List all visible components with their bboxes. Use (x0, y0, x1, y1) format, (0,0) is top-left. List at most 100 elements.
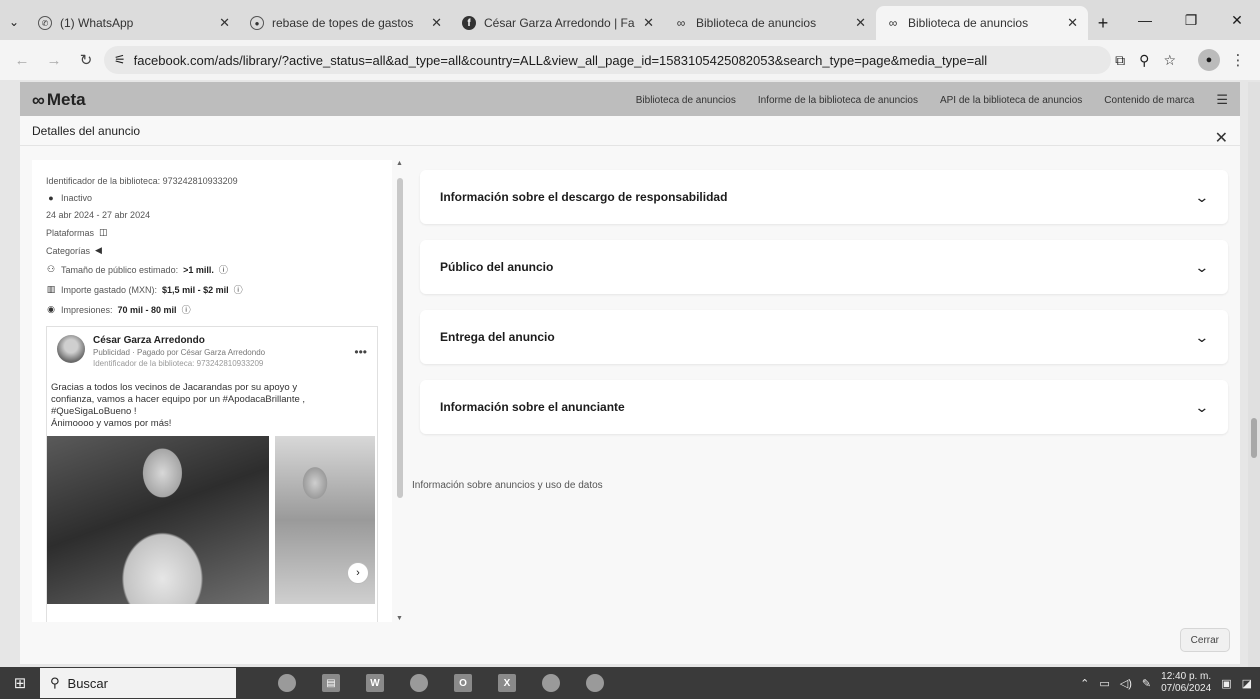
nav-ads-library-api[interactable]: API de la biblioteca de anuncios (940, 95, 1082, 106)
meta-nav: Biblioteca de anuncios Informe de la bib… (636, 92, 1228, 108)
carousel-image-1[interactable] (47, 436, 269, 604)
scroll-up-icon[interactable]: ▲ (396, 160, 403, 167)
section-advertiser[interactable]: Información sobre el anunciante ⌄ (420, 380, 1228, 434)
close-icon[interactable]: ✕ (1067, 15, 1078, 31)
word-icon[interactable]: W (360, 670, 390, 696)
browser-tab-ads-library-2[interactable]: ∞ Biblioteca de anuncios ✕ (876, 6, 1088, 40)
meta-logo-text: Meta (46, 90, 86, 109)
restore-icon[interactable]: ❐ (1168, 0, 1214, 40)
details-scrollbar[interactable]: ▲ ▼ (396, 160, 404, 622)
chevron-right-icon[interactable]: › (347, 562, 369, 584)
chrome-icon[interactable] (536, 670, 566, 696)
taskbar-search[interactable]: ⚲ Buscar (40, 668, 236, 698)
ad-post-preview: César Garza Arredondo Publicidad · Pagad… (46, 326, 378, 622)
date-range: 24 abr 2024 - 27 abr 2024 (46, 210, 151, 220)
tab-title: César Garza Arredondo | Fa (484, 16, 635, 30)
chevron-up-icon[interactable]: ⌃ (1080, 677, 1089, 690)
browser-menu-icon[interactable]: ⋮ (1224, 46, 1252, 74)
widgets-icon[interactable] (272, 670, 302, 696)
close-icon[interactable]: ✕ (855, 15, 866, 31)
minimize-icon[interactable]: — (1122, 0, 1168, 40)
close-icon[interactable]: ✕ (219, 15, 230, 31)
install-app-icon[interactable]: ⧉ (1115, 52, 1125, 69)
close-button[interactable]: Cerrar (1179, 628, 1230, 652)
section-delivery[interactable]: Entrega del anuncio ⌄ (420, 310, 1228, 364)
chevron-down-icon: ⌄ (1194, 328, 1210, 345)
hamburger-menu-icon[interactable]: ☰ (1216, 92, 1228, 108)
new-tab-button[interactable]: + (1088, 6, 1118, 40)
bookmark-star-icon[interactable]: ☆ (1163, 52, 1176, 69)
info-icon[interactable]: ⓘ (219, 263, 228, 276)
scrollbar-thumb[interactable] (397, 178, 403, 498)
browser-tab-whatsapp[interactable]: ✆ (1) WhatsApp ✕ (28, 6, 240, 40)
close-icon[interactable]: ✕ (1215, 128, 1228, 148)
reload-icon[interactable]: ↻ (72, 46, 100, 74)
back-arrow-icon[interactable]: ← (8, 46, 36, 74)
zoom-icon[interactable]: ⚲ (1139, 52, 1149, 69)
chevron-down-icon: ⌄ (1194, 188, 1210, 205)
close-icon[interactable]: ✕ (431, 15, 442, 31)
nav-branded-content[interactable]: Contenido de marca (1104, 95, 1194, 106)
chevron-down-icon: ⌄ (1194, 258, 1210, 275)
forward-arrow-icon[interactable]: → (40, 46, 68, 74)
categories-label: Categorías (46, 245, 91, 256)
pen-icon[interactable]: ✎ (1142, 677, 1151, 690)
browser-tab-facebook[interactable]: f César Garza Arredondo | Fa ✕ (452, 6, 664, 40)
money-icon: ▥ (46, 284, 56, 294)
impressions-row: ◉ Impresiones: 70 mil - 80 mil ⓘ (46, 303, 378, 316)
modal-header: Detalles del anuncio ✕ (20, 116, 1240, 148)
audience-value: >1 mill. (183, 264, 214, 275)
status-text: Inactivo (61, 193, 93, 203)
post-text: Gracias a todos los vecinos de Jacaranda… (51, 382, 306, 429)
nav-ads-library[interactable]: Biblioteca de anuncios (636, 95, 736, 106)
scroll-down-icon[interactable]: ▼ (396, 615, 403, 622)
tab-title: (1) WhatsApp (60, 16, 134, 30)
window-controls: — ❐ ✕ (1122, 0, 1260, 40)
notifications-icon[interactable]: ▣ (1221, 677, 1231, 690)
site-settings-icon[interactable]: ⚟ (114, 53, 126, 68)
page-scrollbar[interactable] (1248, 82, 1260, 667)
scrollbar-thumb[interactable] (1251, 418, 1257, 458)
browser-tab-ads-library-1[interactable]: ∞ Biblioteca de anuncios ✕ (664, 6, 876, 40)
address-bar[interactable]: ⚟ facebook.com/ads/library/?active_statu… (104, 46, 1112, 74)
people-icon: ⚇ (46, 264, 56, 274)
close-window-icon[interactable]: ✕ (1214, 0, 1260, 40)
chrome-icon: ● (250, 16, 264, 30)
windows-start-icon[interactable]: ⊞ (0, 667, 40, 699)
post-author[interactable]: César Garza Arredondo (93, 335, 265, 346)
search-icon: ⚲ (50, 675, 60, 690)
section-disclaimer[interactable]: Información sobre el descargo de respons… (420, 170, 1228, 224)
file-explorer-icon[interactable]: ▤ (316, 670, 346, 696)
inactive-status-icon: ● (48, 193, 54, 203)
network-icon[interactable]: ▭ (1099, 677, 1109, 690)
browser-tab-rebase[interactable]: ● rebase de topes de gastos ✕ (240, 6, 452, 40)
info-icon[interactable]: ⓘ (234, 283, 243, 296)
section-audience[interactable]: Público del anuncio ⌄ (420, 240, 1228, 294)
tab-search-icon[interactable]: ⌄ (0, 4, 28, 40)
eye-icon: ◉ (47, 304, 55, 314)
meta-logo[interactable]: ∞ Meta (32, 90, 86, 111)
weather-icon[interactable]: ◪ (1242, 677, 1252, 690)
tab-title: Biblioteca de anuncios (696, 16, 817, 30)
search-placeholder: Buscar (67, 675, 108, 691)
info-icon[interactable]: ⓘ (182, 303, 191, 316)
clock[interactable]: 12:40 p. m. 07/06/2024 (1161, 671, 1211, 695)
spend-row: ▥ Importe gastado (MXN): $1,5 mil - $2 m… (46, 283, 378, 296)
post-library-id: Identificador de la biblioteca: 97324281… (93, 359, 264, 368)
close-icon[interactable]: ✕ (643, 15, 654, 31)
excel-icon[interactable]: X (492, 670, 522, 696)
outlook-icon[interactable]: O (448, 670, 478, 696)
ad-info-sections: Información sobre el descargo de respons… (412, 160, 1228, 630)
nav-ads-library-report[interactable]: Informe de la biblioteca de anuncios (758, 95, 918, 106)
megaphone-icon: ◀ (95, 245, 102, 255)
profile-avatar-icon[interactable]: ● (1198, 49, 1220, 71)
powerpoint-icon[interactable] (404, 670, 434, 696)
ads-data-info-link[interactable]: Información sobre anuncios y uso de dato… (412, 480, 603, 491)
volume-icon[interactable]: ◁) (1120, 677, 1132, 690)
edge-icon[interactable] (580, 670, 610, 696)
browser-tab-strip: ⌄ ✆ (1) WhatsApp ✕ ● rebase de topes de … (0, 0, 1260, 40)
more-options-icon[interactable]: ••• (354, 345, 367, 359)
categories-row: Categorías ◀ (46, 245, 378, 256)
avatar[interactable] (57, 335, 85, 363)
section-label: Información sobre el descargo de respons… (440, 190, 728, 204)
